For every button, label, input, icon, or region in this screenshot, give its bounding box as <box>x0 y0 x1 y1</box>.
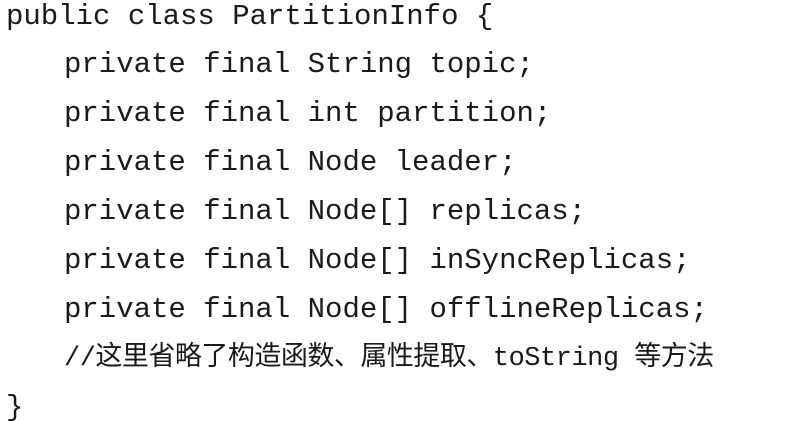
code-listing: public class PartitionInfo { private fin… <box>0 0 796 421</box>
field-insync-replicas-line: private final Node[] inSyncReplicas; <box>64 244 691 277</box>
field-replicas-line: private final Node[] replicas; <box>64 195 587 228</box>
closing-brace-line: } <box>6 391 24 421</box>
code-comment-line: //这里省略了构造函数、属性提取、toString 等方法 <box>64 344 714 374</box>
field-partition-line: private final int partition; <box>64 97 552 130</box>
class-declaration-line: public class PartitionInfo { <box>6 0 494 33</box>
field-topic-line: private final String topic; <box>64 48 534 81</box>
field-leader-line: private final Node leader; <box>64 146 517 179</box>
field-offline-replicas-line: private final Node[] offlineReplicas; <box>64 293 708 326</box>
